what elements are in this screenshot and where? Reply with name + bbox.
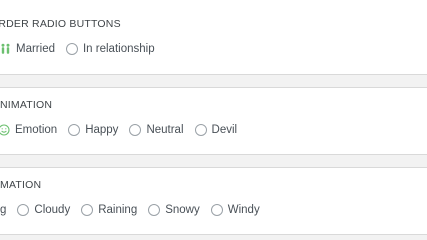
radio-label: Neutral [146,124,184,136]
radio-circle[interactable] [194,124,207,136]
radio-label: Windy [227,204,260,216]
radio-group-weather: g Cloudy Raining Snowy Windy [0,204,271,216]
radio-circle[interactable] [129,124,142,136]
card-border-radio-buttons: ORDER RADIO BUTTONS Married In relations… [0,0,427,75]
people-icon [1,43,10,54]
card-title: NIMATION [0,99,53,111]
radio-group-relationship: Married In relationship [0,43,166,55]
card-animation-radio-buttons: NIMATION Emotion Happy Neutral Devil [0,87,427,155]
radio-circle[interactable] [148,204,161,216]
radio-circle[interactable] [65,43,78,55]
radio-label: Raining [98,204,138,216]
radio-label: Cloudy [34,204,71,216]
radio-circle[interactable] [81,204,94,216]
radio-label: g [0,204,7,216]
radio-circle[interactable] [210,204,223,216]
radio-option-devil[interactable]: Devil [194,124,238,136]
radio-group-emotion: Emotion Happy Neutral Devil [0,124,248,136]
radio-option-windy[interactable]: Windy [210,204,260,216]
radio-option-partial[interactable]: g [0,204,6,216]
radio-option-in-relationship[interactable]: In relationship [65,43,155,55]
radio-circle[interactable] [17,204,30,216]
radio-option-raining[interactable]: Raining [81,204,137,216]
card-animation-radio-buttons-weather: MATION g Cloudy Raining Snowy Windy [0,167,427,235]
radio-circle[interactable] [68,124,81,136]
radio-label: In relationship [82,43,155,55]
radio-option-happy[interactable]: Happy [68,124,118,136]
card-title: MATION [0,179,42,191]
page: ORDER RADIO BUTTONS Married In relations… [0,0,427,240]
radio-option-cloudy[interactable]: Cloudy [17,204,70,216]
radio-label: Devil [211,124,238,136]
radio-option-neutral[interactable]: Neutral [129,124,184,136]
card-title: ORDER RADIO BUTTONS [0,18,121,30]
radio-label: Happy [85,124,119,136]
radio-option-snowy[interactable]: Snowy [148,204,200,216]
radio-label: Married [16,43,55,55]
radio-option-emotion[interactable]: Emotion [0,124,57,136]
smiley-icon [0,124,10,136]
radio-label: Emotion [15,124,58,136]
radio-label: Snowy [165,204,200,216]
radio-option-married[interactable]: Married [0,43,55,55]
